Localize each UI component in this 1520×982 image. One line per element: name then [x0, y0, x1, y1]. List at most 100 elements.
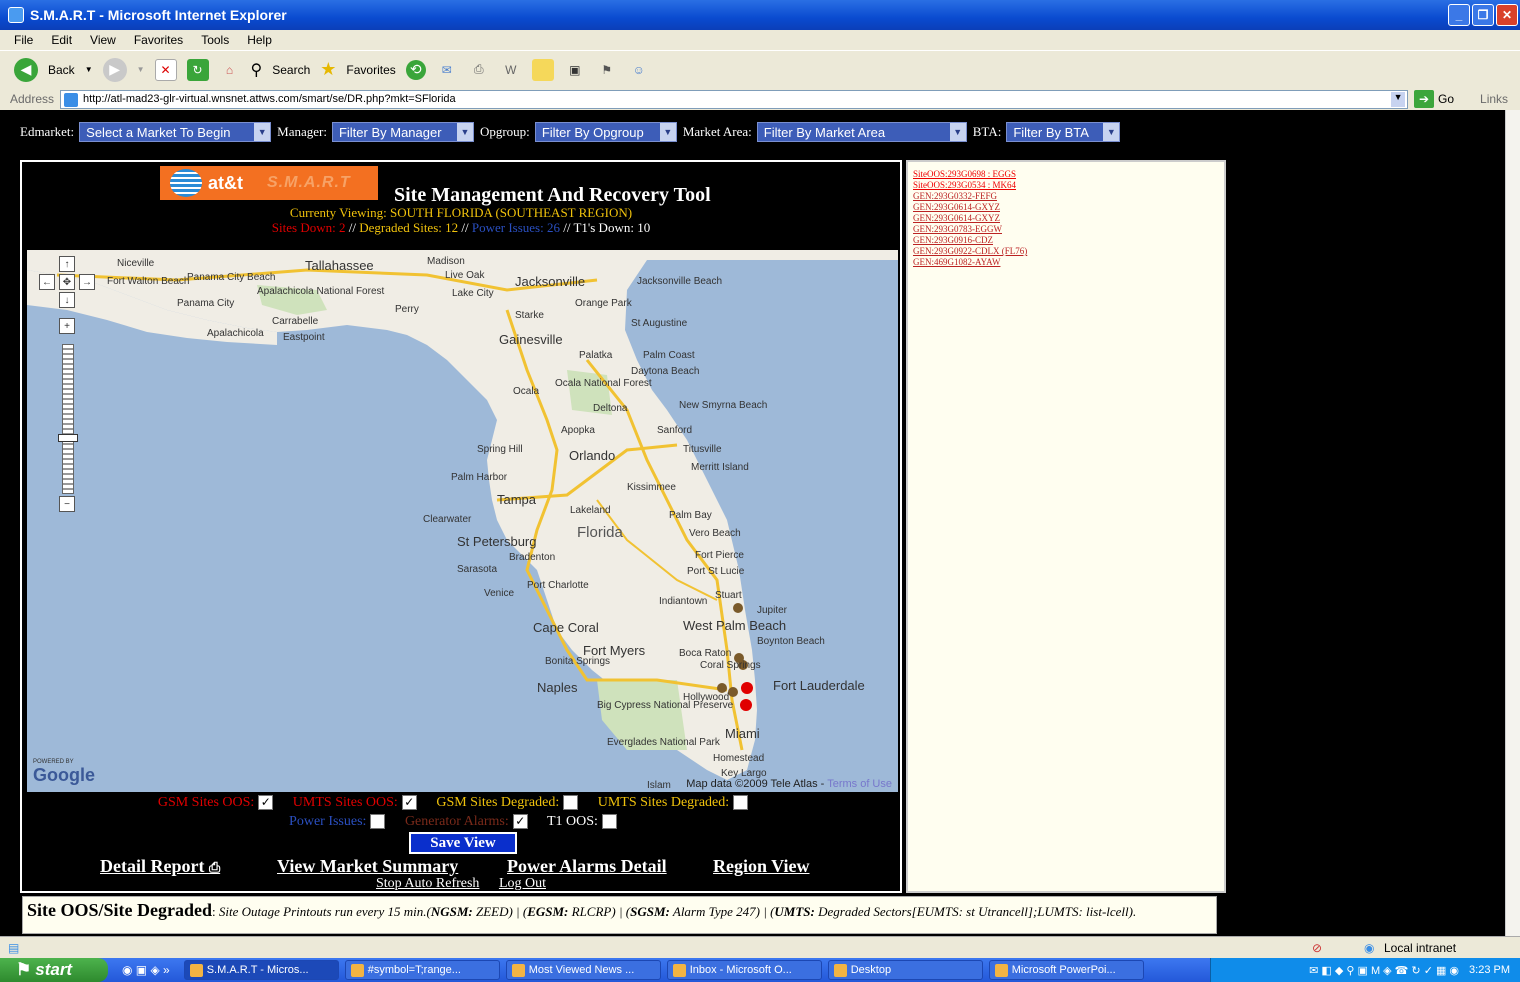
- manager-select[interactable]: Filter By Manager ▼: [331, 122, 474, 142]
- menu-file[interactable]: File: [14, 33, 33, 47]
- save-view-button[interactable]: Save View: [409, 832, 517, 854]
- edit-icon[interactable]: W: [500, 59, 522, 81]
- power-alarms-detail-link[interactable]: Power Alarms Detail: [507, 856, 667, 877]
- gsm-degraded-checkbox[interactable]: [563, 795, 579, 811]
- favorites-star-icon[interactable]: ★: [320, 59, 336, 80]
- alarm-list-item[interactable]: GEN:293G0614-GXYZ: [913, 202, 1219, 213]
- history-icon[interactable]: ⟲: [405, 59, 426, 80]
- research-icon[interactable]: ▣: [564, 59, 586, 81]
- view-market-summary-link[interactable]: View Market Summary: [277, 856, 458, 877]
- edmarket-select[interactable]: Select a Market To Begin ▼: [79, 122, 272, 142]
- home-icon[interactable]: ⌂: [219, 59, 241, 81]
- zoom-in-icon[interactable]: +: [59, 318, 75, 334]
- logo-smart-text: S.M.A.R.T: [267, 174, 351, 191]
- back-arrow-icon[interactable]: ◀: [14, 57, 38, 82]
- alarm-list-item[interactable]: SiteOOS:293G0534 : MK64: [913, 180, 1219, 191]
- forward-dropdown-icon[interactable]: ▼: [137, 65, 145, 74]
- city-label: Boca Raton: [679, 648, 732, 659]
- bta-select[interactable]: Filter By BTA ▼: [1006, 122, 1121, 142]
- menu-favorites[interactable]: Favorites: [134, 33, 183, 47]
- taskbar-item[interactable]: #symbol=T;range...: [344, 960, 500, 980]
- start-button[interactable]: ⚑ start: [0, 958, 108, 982]
- power-issues-checkbox[interactable]: [370, 814, 386, 830]
- taskbar-item[interactable]: S.M.A.R.T - Micros...: [183, 960, 339, 980]
- taskbar-item[interactable]: Inbox - Microsoft O...: [666, 960, 822, 980]
- power-issues-count[interactable]: Power Issues: 26: [472, 220, 560, 235]
- vertical-scrollbar[interactable]: [1505, 110, 1520, 936]
- back-dropdown-icon[interactable]: ▼: [85, 65, 93, 74]
- t1-down-count[interactable]: T1's Down: 10: [573, 220, 650, 235]
- minimize-button[interactable]: _: [1448, 4, 1470, 26]
- alarm-list-item[interactable]: SiteOOS:293G0698 : EGGS: [913, 169, 1219, 180]
- maximize-button[interactable]: ❐: [1472, 4, 1494, 26]
- alarm-list-item[interactable]: GEN:293G0614-GXYZ: [913, 213, 1219, 224]
- taskbar-item[interactable]: Most Viewed News ...: [505, 960, 661, 980]
- city-label: Cape Coral: [533, 620, 599, 635]
- search-button[interactable]: Search: [272, 63, 310, 77]
- back-button[interactable]: Back: [48, 63, 75, 77]
- market-area-select[interactable]: Filter By Market Area ▼: [756, 122, 967, 142]
- generator-alarms-checkbox[interactable]: ✓: [512, 814, 528, 830]
- alarm-list-item[interactable]: GEN:293G0922-CDLX (FL76): [913, 246, 1219, 257]
- opgroup-select[interactable]: Filter By Opgroup ▼: [534, 122, 677, 142]
- forward-arrow-icon[interactable]: ▶: [102, 57, 127, 82]
- people-icon[interactable]: ☺: [628, 59, 650, 81]
- menu-edit[interactable]: Edit: [51, 33, 72, 47]
- alarm-list-item[interactable]: GEN:293G0332-FEFG: [913, 191, 1219, 202]
- city-label: Fort Pierce: [695, 550, 744, 561]
- log-out-link[interactable]: Log Out: [499, 876, 546, 891]
- folder-icon[interactable]: [531, 58, 554, 81]
- site-oos-marker[interactable]: [740, 699, 752, 711]
- taskbar-item[interactable]: Desktop: [827, 960, 983, 980]
- region-view-link[interactable]: Region View: [713, 856, 810, 877]
- address-input[interactable]: http://atl-mad23-glr-virtual.wnsnet.attw…: [60, 89, 1409, 109]
- sites-down-count[interactable]: Sites Down: 2: [272, 220, 346, 235]
- messenger-icon[interactable]: ⚑: [596, 59, 618, 81]
- close-button[interactable]: ✕: [1496, 4, 1518, 26]
- stop-auto-refresh-link[interactable]: Stop Auto Refresh: [376, 876, 479, 891]
- google-logo[interactable]: POWERED BY Google: [33, 759, 95, 786]
- quicklaunch-icons[interactable]: ◉ ▣ ◈ »: [122, 963, 170, 977]
- umts-degraded-checkbox[interactable]: [733, 795, 749, 811]
- pan-down-icon[interactable]: ↓: [59, 292, 75, 308]
- site-marker[interactable]: [733, 603, 743, 613]
- search-icon[interactable]: ⚲: [251, 60, 263, 80]
- umts-oos-checkbox[interactable]: ✓: [401, 795, 417, 811]
- window-titlebar: S.M.A.R.T - Microsoft Internet Explorer …: [0, 0, 1520, 30]
- separator: //: [461, 220, 469, 235]
- alarm-list-item[interactable]: GEN:293G0916-CDZ: [913, 235, 1219, 246]
- refresh-icon[interactable]: ↻: [186, 58, 209, 81]
- stop-icon[interactable]: ✕: [154, 58, 177, 81]
- menu-view[interactable]: View: [90, 33, 116, 47]
- t1-oos-checkbox[interactable]: [601, 814, 617, 830]
- menu-tools[interactable]: Tools: [201, 33, 229, 47]
- links-label[interactable]: Links: [1480, 92, 1508, 106]
- pan-right-icon[interactable]: →: [79, 274, 95, 290]
- terms-of-use-link[interactable]: Terms of Use: [827, 778, 892, 790]
- go-button[interactable]: ➔ Go: [1414, 90, 1454, 108]
- gsm-oos-checkbox[interactable]: ✓: [258, 795, 274, 811]
- menu-help[interactable]: Help: [247, 33, 272, 47]
- detail-report-link[interactable]: Detail Report ⎙: [100, 856, 220, 877]
- city-label: Starke: [515, 310, 544, 321]
- print-icon[interactable]: ⎙: [468, 59, 490, 81]
- google-map[interactable]: Niceville Tallahassee Madison Fort Walton B…: [27, 250, 898, 792]
- site-marker[interactable]: [728, 687, 738, 697]
- address-dropdown-icon[interactable]: ▼: [1391, 91, 1406, 107]
- zoom-slider-handle[interactable]: [58, 434, 78, 442]
- alarm-list-item[interactable]: GEN:469G1082-AYAW: [913, 257, 1219, 268]
- pan-up-icon[interactable]: ↑: [59, 256, 75, 272]
- site-oos-marker[interactable]: [741, 682, 753, 694]
- tray-icons[interactable]: ✉ ◧ ◆ ⚲ ▣ M ◈ ☎ ↻ ✓ ▦ ◉: [1309, 964, 1459, 977]
- gsm-degraded-label: GSM Sites Degraded:: [436, 795, 560, 810]
- legend-umts-val: Degraded Sectors[EUMTS: st Utrancell];LU…: [814, 904, 1137, 919]
- pan-center-icon[interactable]: ✥: [59, 274, 75, 290]
- pan-left-icon[interactable]: ←: [39, 274, 55, 290]
- taskbar-item[interactable]: Microsoft PowerPoi...: [988, 960, 1144, 980]
- zoom-out-icon[interactable]: −: [59, 496, 75, 512]
- favorites-button[interactable]: Favorites: [346, 63, 395, 77]
- degraded-sites-count[interactable]: Degraded Sites: 12: [359, 220, 458, 235]
- mail-icon[interactable]: ✉: [436, 59, 458, 81]
- zoom-slider[interactable]: [62, 344, 74, 494]
- alarm-list-item[interactable]: GEN:293G0783-EGGW: [913, 224, 1219, 235]
